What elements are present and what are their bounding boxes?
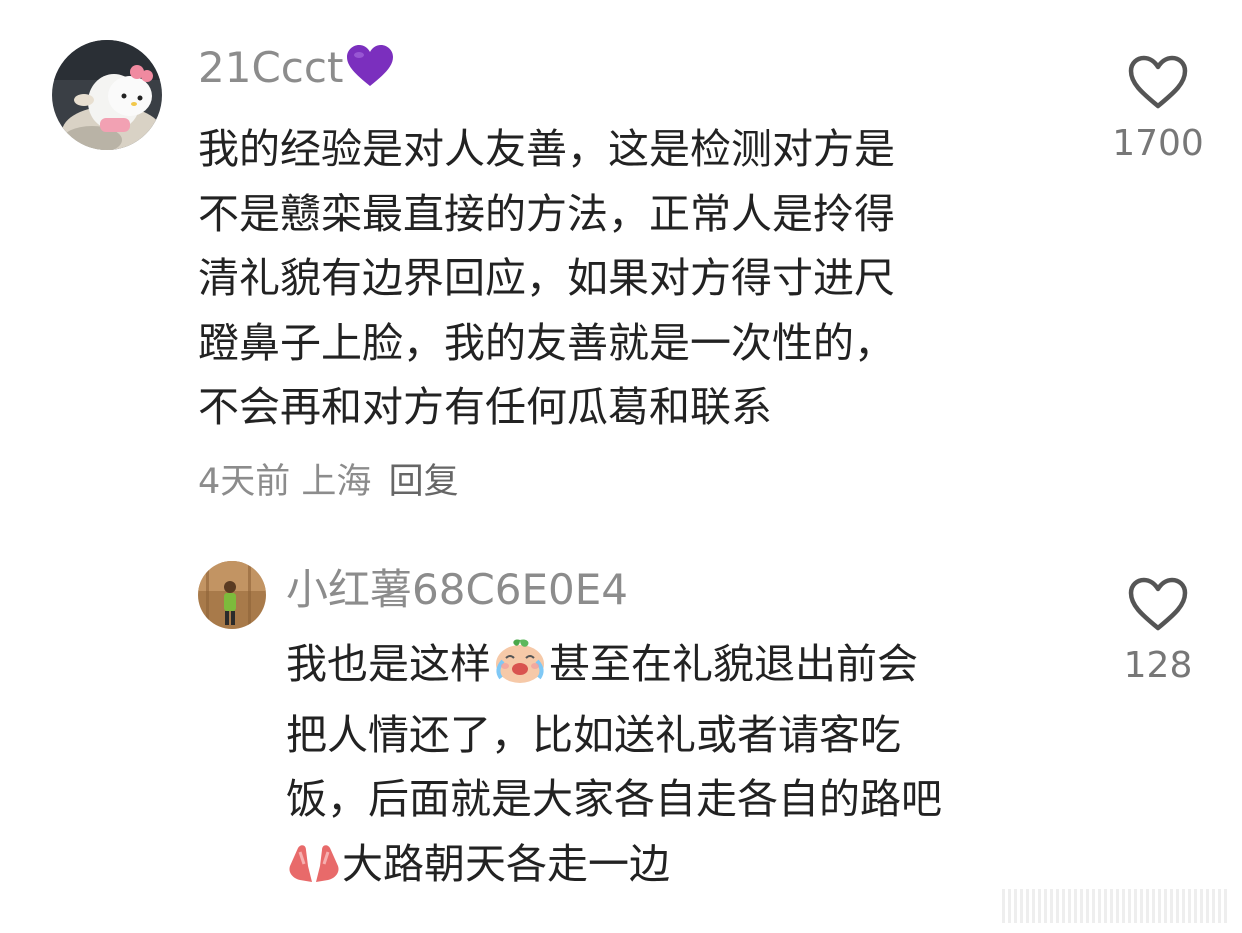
comment-line: 清礼貌有边界回应，如果对方得寸进尺 — [198, 254, 895, 302]
comment-username[interactable]: 小红薯68C6E0E4 — [286, 564, 628, 616]
avatar[interactable] — [198, 561, 266, 629]
comment-username[interactable]: 21Ccct — [198, 42, 395, 100]
like-block: 1700 — [1098, 54, 1218, 166]
like-count: 1700 — [1112, 123, 1204, 164]
comment-text: 我也是这样 甚至在礼貌退出前会 把人情还了，比如送礼或者请客吃 饭，后面就是大家各… — [286, 632, 942, 902]
comment-location: 上海 — [301, 462, 372, 502]
comment-text: 我的经验是对人友善，这是检测对方是 不是戆栾最直接的方法，正常人是拎得 清礼貌有… — [198, 117, 895, 440]
like-count: 128 — [1123, 645, 1193, 686]
avatar[interactable] — [52, 40, 162, 150]
comment-line: 饭，后面就是大家各自走各自的路吧 — [286, 775, 942, 823]
like-block: 128 — [1098, 576, 1218, 688]
crying-face-icon — [491, 636, 549, 703]
comment-line: 不会再和对方有任何瓜葛和联系 — [198, 383, 772, 431]
purple-heart-icon — [345, 44, 395, 100]
heart-outline-icon[interactable] — [1127, 577, 1189, 636]
comment-line: 我的经验是对人友善，这是检测对方是 — [198, 125, 895, 173]
comment-line: 大路朝天各走一边 — [286, 832, 942, 903]
comment-line: 蹬鼻子上脸，我的友善就是一次性的， — [198, 318, 895, 367]
comment-meta: 4天前 上海 回复 — [198, 460, 459, 504]
comment-time: 4天前 — [198, 462, 291, 502]
reply-button[interactable]: 回复 — [389, 462, 459, 502]
comment-line: 不是戆栾最直接的方法，正常人是拎得 — [198, 189, 895, 238]
comment-line: 把人情还了，比如送礼或者请客吃 — [286, 710, 901, 759]
praying-hands-icon — [286, 838, 342, 903]
heart-outline-icon[interactable] — [1127, 55, 1189, 114]
watermark — [1002, 889, 1230, 923]
comment-line: 我也是这样 甚至在礼貌退出前会 — [286, 632, 942, 703]
